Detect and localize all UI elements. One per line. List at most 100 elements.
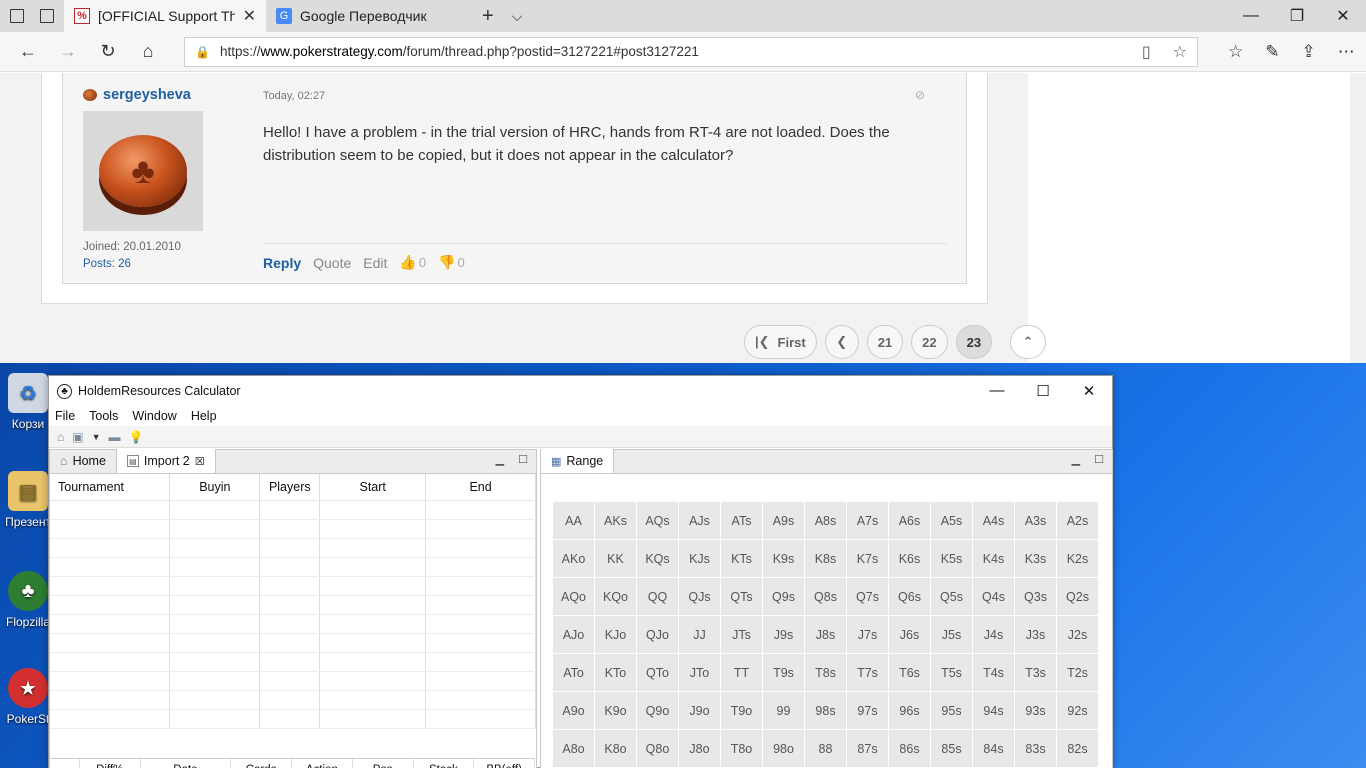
range-cell[interactable]: AKs <box>595 502 637 540</box>
favorites-icon[interactable]: ☆ <box>1228 42 1243 62</box>
tab-import-2[interactable]: ▤ Import 2 ☒ <box>116 449 216 473</box>
range-cell[interactable]: J5s <box>931 616 973 654</box>
range-cell[interactable]: QTs <box>721 578 763 616</box>
range-cell[interactable]: K5s <box>931 540 973 578</box>
close-icon[interactable]: ✕ <box>1066 382 1112 400</box>
menu-tools[interactable]: Tools <box>89 409 118 423</box>
range-cell[interactable]: QTo <box>637 654 679 692</box>
range-cell[interactable]: T9s <box>763 654 805 692</box>
range-cell[interactable]: A7s <box>847 502 889 540</box>
range-cell[interactable]: AQo <box>553 578 595 616</box>
column-bb-eff[interactable]: BB(eff) <box>474 759 535 768</box>
column-pos[interactable]: Pos <box>353 759 414 768</box>
table-row[interactable] <box>50 652 536 672</box>
range-cell[interactable]: 86s <box>889 730 931 768</box>
report-icon[interactable]: ⊘ <box>915 88 925 102</box>
forward-icon[interactable]: → <box>48 41 88 62</box>
page-button[interactable]: 21 <box>866 325 904 359</box>
table-row[interactable] <box>50 557 536 577</box>
import-icon[interactable]: ▬ <box>109 430 121 444</box>
range-cell[interactable]: J8s <box>805 616 847 654</box>
avatar[interactable]: ♣ <box>83 111 203 231</box>
restore-icon[interactable]: ❐ <box>1274 6 1320 26</box>
prev-page-button[interactable]: ❮ <box>824 325 859 359</box>
range-cell[interactable]: Q5s <box>931 578 973 616</box>
new-tab-icon[interactable]: + <box>482 5 494 28</box>
range-cell[interactable]: K8s <box>805 540 847 578</box>
maximize-pane-icon[interactable]: ☐ <box>1094 453 1104 466</box>
range-cell[interactable]: K6s <box>889 540 931 578</box>
range-cell[interactable]: 92s <box>1057 692 1099 730</box>
range-cell[interactable]: QJo <box>637 616 679 654</box>
range-cell[interactable]: K2s <box>1057 540 1099 578</box>
range-cell[interactable]: 93s <box>1015 692 1057 730</box>
posts-count-link[interactable]: Posts: 26 <box>83 258 131 270</box>
maximize-pane-icon[interactable]: ☐ <box>518 453 528 466</box>
range-cell[interactable]: K8o <box>595 730 637 768</box>
minimize-icon[interactable]: — <box>1228 7 1274 25</box>
range-cell[interactable]: Q6s <box>889 578 931 616</box>
range-cell[interactable]: T8o <box>721 730 763 768</box>
range-cell[interactable]: T8s <box>805 654 847 692</box>
range-cell[interactable]: A4s <box>973 502 1015 540</box>
table-row[interactable] <box>50 538 536 558</box>
range-cell[interactable]: ATs <box>721 502 763 540</box>
table-row[interactable] <box>50 671 536 691</box>
range-cell[interactable]: 87s <box>847 730 889 768</box>
range-cell[interactable]: T6s <box>889 654 931 692</box>
current-page-button[interactable]: 23 <box>955 325 993 359</box>
scroll-top-button[interactable]: ⌃ <box>1010 325 1046 359</box>
maximize-icon[interactable]: ☐ <box>1020 382 1066 400</box>
range-cell[interactable]: J9o <box>679 692 721 730</box>
range-cell[interactable]: TT <box>721 654 763 692</box>
favorite-star-icon[interactable]: ☆ <box>1173 42 1187 62</box>
reply-button[interactable]: Reply <box>263 255 301 271</box>
minimize-pane-icon[interactable]: ▁ <box>1072 453 1080 466</box>
range-cell[interactable]: JTs <box>721 616 763 654</box>
range-cell[interactable]: J2s <box>1057 616 1099 654</box>
range-cell[interactable]: Q9s <box>763 578 805 616</box>
range-cell[interactable]: KJo <box>595 616 637 654</box>
range-cell[interactable]: 96s <box>889 692 931 730</box>
range-cell[interactable]: KQo <box>595 578 637 616</box>
range-cell[interactable]: 83s <box>1015 730 1057 768</box>
range-cell[interactable]: T7s <box>847 654 889 692</box>
range-cell[interactable]: QJs <box>679 578 721 616</box>
minimize-pane-icon[interactable]: ▁ <box>496 453 504 466</box>
range-cell[interactable]: 98o <box>763 730 805 768</box>
range-cell[interactable]: KJs <box>679 540 721 578</box>
tab-preview-icon[interactable] <box>10 9 24 23</box>
edit-button[interactable]: Edit <box>363 255 387 271</box>
range-cell[interactable]: K7s <box>847 540 889 578</box>
share-icon[interactable]: ⇪ <box>1302 42 1316 62</box>
range-cell[interactable]: KK <box>595 540 637 578</box>
range-cell[interactable]: K9s <box>763 540 805 578</box>
range-cell[interactable]: KTs <box>721 540 763 578</box>
tab-google-translate[interactable]: G Google Переводчик <box>266 0 468 32</box>
range-cell[interactable]: T9o <box>721 692 763 730</box>
column-tournament[interactable]: Tournament <box>50 474 171 501</box>
menu-help[interactable]: Help <box>191 409 217 423</box>
address-bar[interactable]: 🔒 https://www.pokerstrategy.com/forum/th… <box>184 36 1198 67</box>
range-cell[interactable]: QQ <box>637 578 679 616</box>
range-cell[interactable]: 82s <box>1057 730 1099 768</box>
range-cell[interactable]: Q4s <box>973 578 1015 616</box>
range-cell[interactable]: J4s <box>973 616 1015 654</box>
range-cell[interactable]: T2s <box>1057 654 1099 692</box>
range-cell[interactable]: Q8s <box>805 578 847 616</box>
range-cell[interactable]: A9s <box>763 502 805 540</box>
table-row[interactable] <box>50 576 536 596</box>
range-cell[interactable]: 84s <box>973 730 1015 768</box>
range-cell[interactable]: ATo <box>553 654 595 692</box>
range-cell[interactable]: AJs <box>679 502 721 540</box>
range-cell[interactable]: J9s <box>763 616 805 654</box>
dropdown-arrow-icon[interactable]: ▼ <box>92 432 101 442</box>
range-cell[interactable]: Q9o <box>637 692 679 730</box>
column-start[interactable]: Start <box>319 474 427 501</box>
tab-range[interactable]: ▦ Range <box>541 449 615 473</box>
column-players[interactable]: Players <box>259 474 321 501</box>
column-date[interactable]: Date <box>141 759 232 768</box>
table-row[interactable] <box>50 500 536 520</box>
column-action[interactable]: Action <box>292 759 353 768</box>
range-cell[interactable]: 94s <box>973 692 1015 730</box>
